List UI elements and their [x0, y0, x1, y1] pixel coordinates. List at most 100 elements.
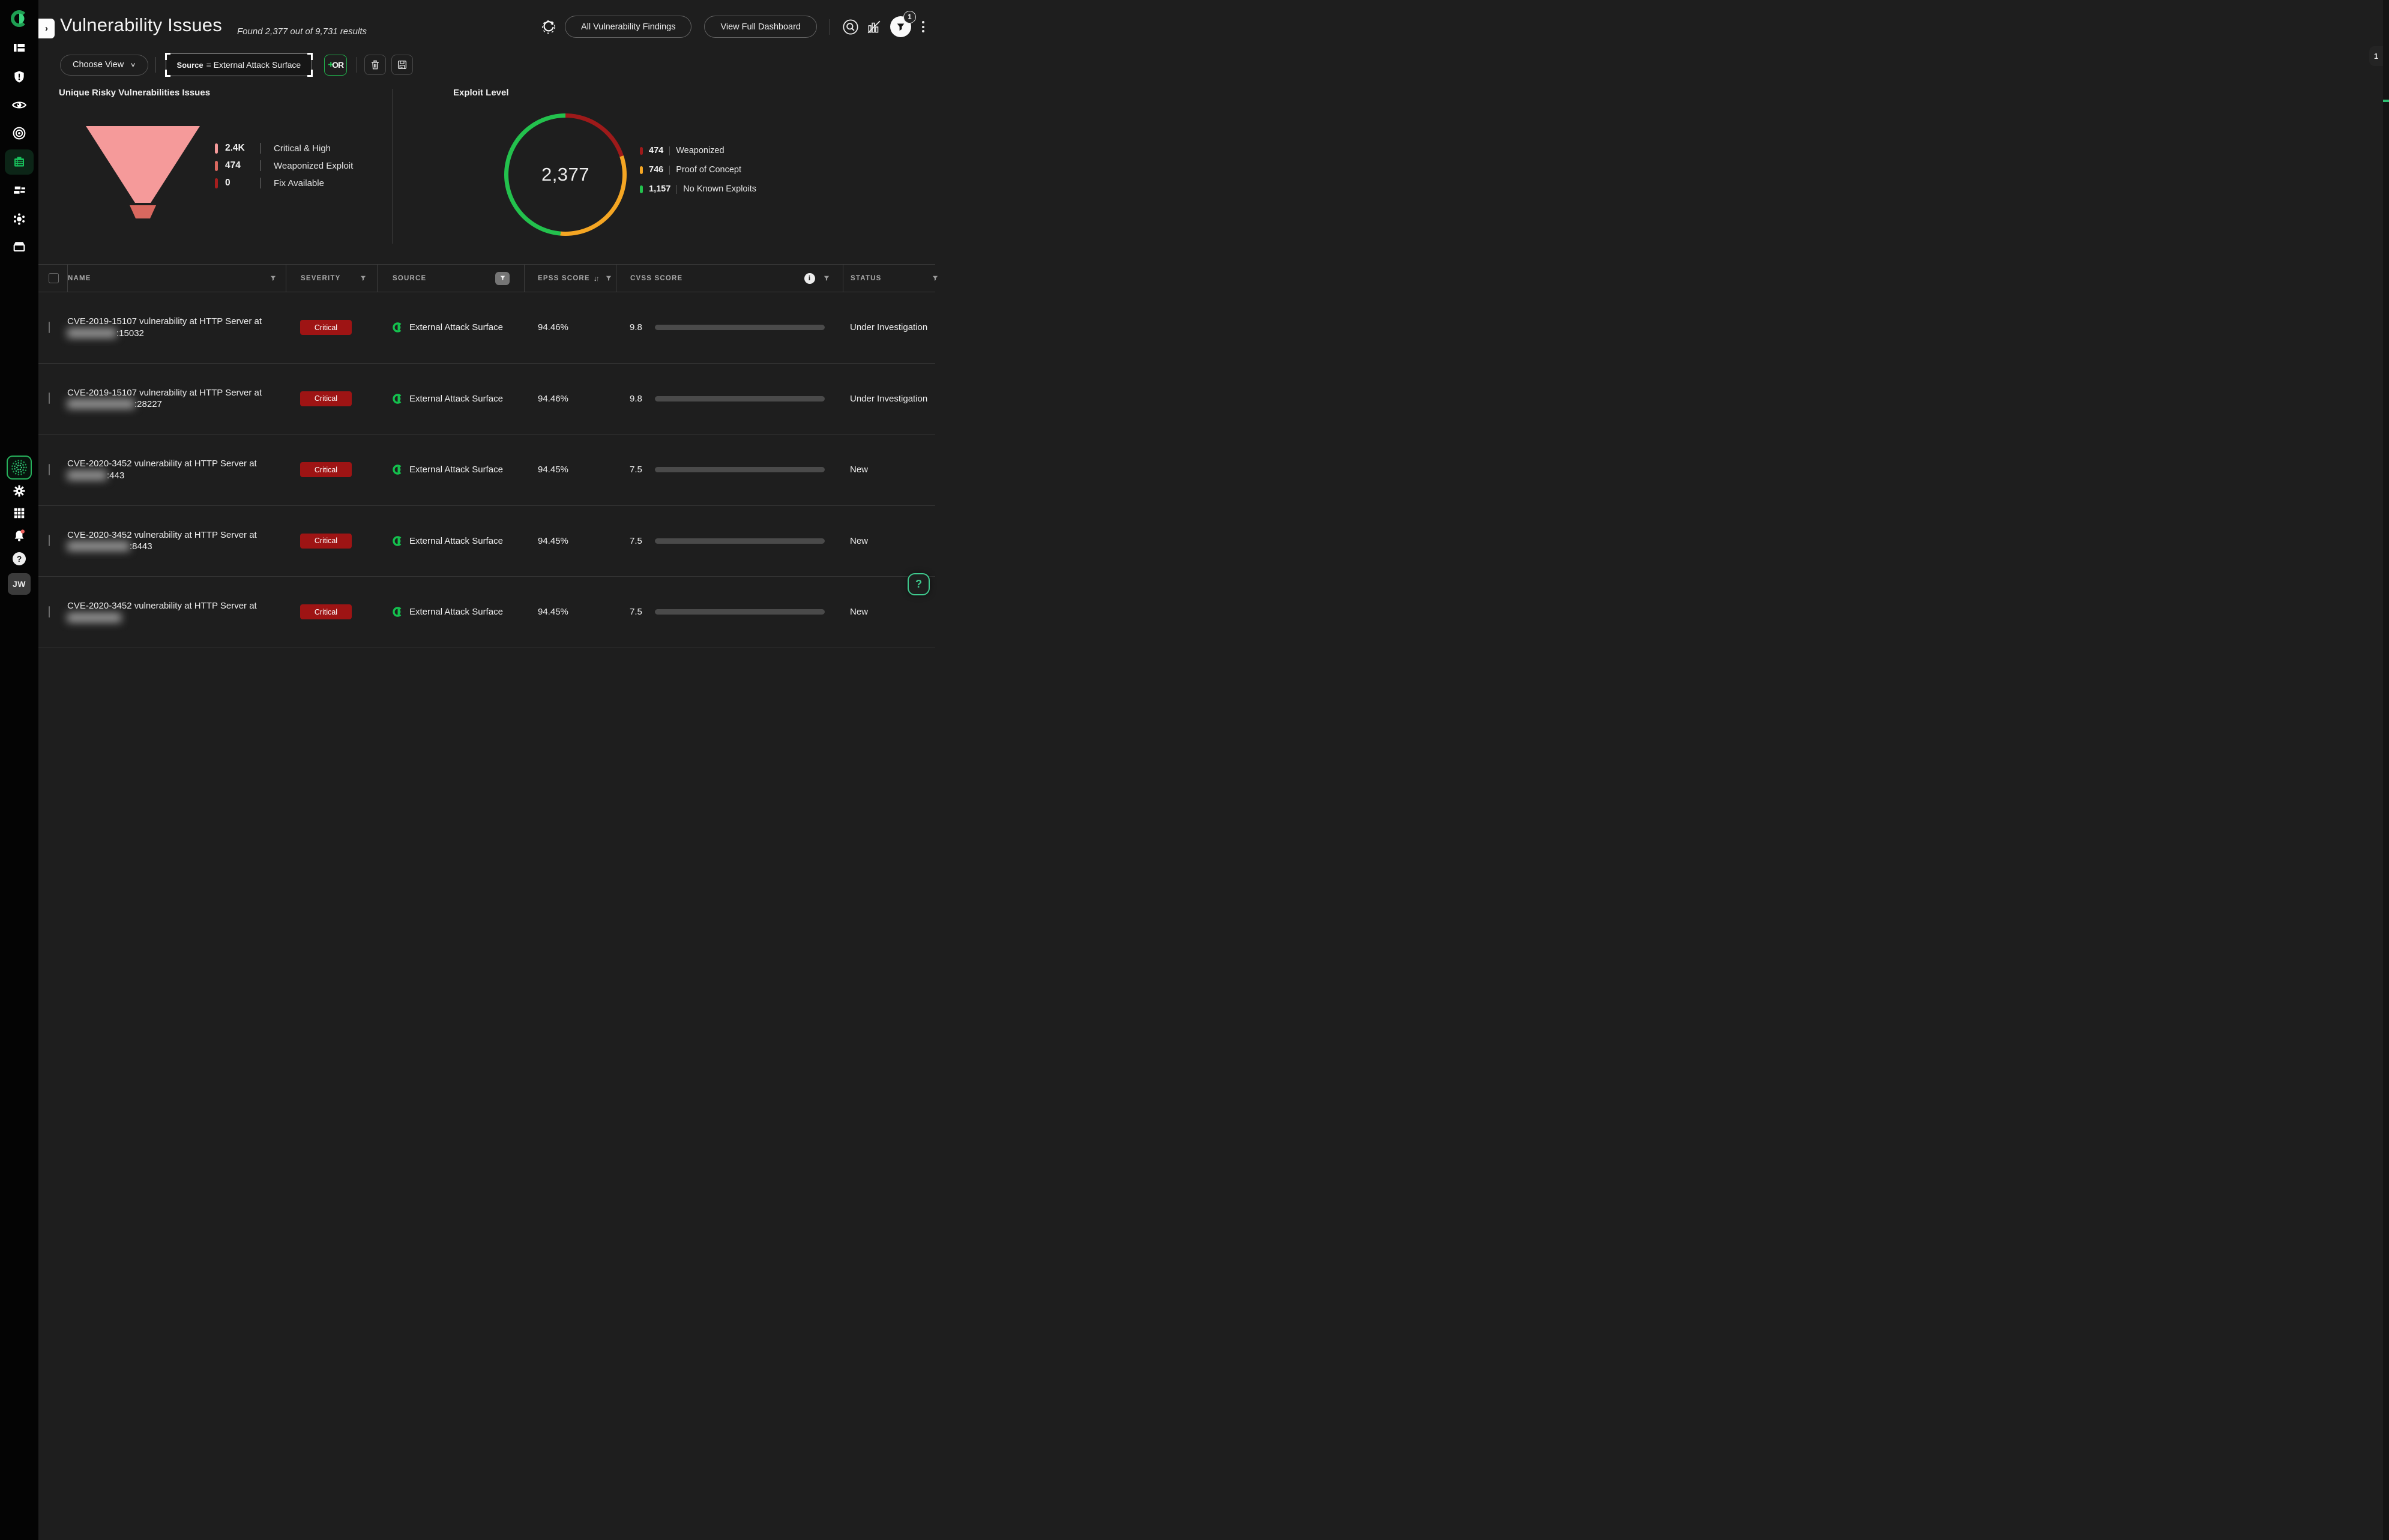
page-title: Vulnerability Issues: [60, 14, 222, 36]
sort-icon[interactable]: ↓↑: [594, 274, 598, 283]
choose-view-dropdown[interactable]: Choose View ∨: [60, 55, 148, 76]
cvss-score: 7.5: [630, 465, 655, 475]
toggle-charts-button[interactable]: [866, 19, 882, 35]
table-header: NAME SEVERITY SOURCE EPSS SCORE ↓↑ CVSS …: [38, 264, 935, 292]
legend-item: 1,157 No Known Exploits: [640, 184, 756, 194]
column-header-epss[interactable]: EPSS SCORE ↓↑: [524, 265, 616, 292]
save-view-button[interactable]: [391, 55, 413, 75]
redacted-ip: [67, 471, 107, 480]
severity-badge: Critical: [300, 320, 352, 335]
filter-operator: =: [206, 60, 211, 70]
filter-funnel-icon[interactable]: [822, 274, 831, 283]
epss-score: 94.45%: [524, 536, 616, 546]
row-checkbox[interactable]: [49, 464, 50, 475]
table-row[interactable]: CVE-2020-3452 vulnerability at HTTP Serv…: [38, 506, 935, 577]
dashboard-icon: [12, 41, 26, 55]
row-checkbox[interactable]: [49, 535, 50, 546]
row-checkbox[interactable]: [49, 606, 50, 618]
filter-funnel-icon[interactable]: [359, 274, 367, 283]
donut-legend: 474 Weaponized 746 Proof of Concept 1,15…: [640, 146, 756, 194]
exploit-level-donut[interactable]: 2,377: [504, 113, 627, 236]
legend-item: 746 Proof of Concept: [640, 165, 756, 175]
filter-funnel-icon[interactable]: [269, 274, 277, 283]
row-checkbox[interactable]: [49, 322, 50, 333]
legend-item: 0 Fix Available: [215, 178, 353, 188]
sidebar-item-help[interactable]: ?: [13, 552, 26, 565]
source-label: External Attack Surface: [409, 394, 503, 404]
delete-filter-button[interactable]: [364, 55, 386, 75]
cvss-bar: [655, 538, 825, 544]
filter-funnel-icon[interactable]: [604, 274, 613, 283]
funnel-stage-weaponized[interactable]: [130, 205, 156, 218]
active-filter-chip[interactable]: Source = External Attack Surface: [166, 53, 313, 76]
column-header-cvss[interactable]: CVSS SCORE i: [616, 265, 843, 292]
filter-funnel-icon[interactable]: [931, 274, 939, 283]
rail-accent-indicator: [2383, 100, 2389, 102]
redacted-ip: [67, 541, 130, 551]
column-header-status[interactable]: STATUS: [843, 265, 935, 292]
sidebar-item-visibility[interactable]: [11, 97, 27, 113]
sidebar-item-ai-assistant[interactable]: [7, 456, 32, 480]
legend-swatch: [215, 178, 218, 188]
info-icon[interactable]: i: [804, 273, 815, 284]
funnel-stage-critical-high[interactable]: [86, 126, 200, 203]
brand-logo-icon[interactable]: [10, 9, 29, 28]
sidebar-item-attack-paths[interactable]: [11, 211, 27, 227]
vulnerability-name[interactable]: CVE-2020-3452 vulnerability at HTTP Serv…: [67, 529, 286, 553]
status-label: New: [843, 607, 935, 617]
rescan-button[interactable]: [541, 19, 556, 35]
legend-swatch: [215, 161, 218, 171]
filter-toolbar: Choose View ∨ Source = External Attack S…: [60, 53, 413, 76]
expand-panel-tab[interactable]: ›: [38, 19, 55, 38]
vulnerability-name[interactable]: CVE-2020-3452 vulnerability at HTTP Serv…: [67, 458, 286, 481]
column-header-severity[interactable]: SEVERITY: [286, 265, 377, 292]
severity-badge: Critical: [300, 391, 352, 406]
filter-funnel-icon: [499, 274, 507, 282]
column-header-name[interactable]: NAME: [67, 265, 286, 292]
epss-score: 94.45%: [524, 607, 616, 617]
severity-badge: Critical: [300, 604, 352, 619]
sidebar-item-assets[interactable]: [12, 183, 27, 198]
cvss-bar: [655, 396, 825, 402]
all-vulnerability-findings-button[interactable]: All Vulnerability Findings: [565, 16, 691, 38]
vulnerability-name[interactable]: CVE-2020-3452 vulnerability at HTTP Serv…: [67, 600, 286, 624]
side-panel-tab[interactable]: 1: [2369, 46, 2383, 66]
network-nodes-icon: [11, 211, 27, 227]
add-or-condition-button[interactable]: + OR: [324, 55, 347, 76]
sidebar-item-notifications[interactable]: [11, 528, 27, 544]
sidebar-item-apps[interactable]: [13, 507, 26, 520]
sidebar-item-vulnerabilities-active[interactable]: [5, 149, 34, 175]
epss-score: 94.46%: [524, 322, 616, 332]
redacted-ip: [67, 328, 116, 338]
column-header-source[interactable]: SOURCE: [377, 265, 524, 292]
search-button[interactable]: [842, 19, 859, 35]
sidebar-item-dashboard[interactable]: [12, 41, 26, 55]
help-button[interactable]: ?: [908, 573, 930, 595]
table-row[interactable]: CVE-2019-15107 vulnerability at HTTP Ser…: [38, 364, 935, 435]
row-checkbox[interactable]: [49, 393, 50, 404]
redacted-ip: [67, 399, 134, 409]
more-options-button[interactable]: [922, 21, 924, 32]
sidebar-item-alerts[interactable]: [13, 70, 26, 84]
table-row[interactable]: CVE-2020-3452 vulnerability at HTTP Serv…: [38, 435, 935, 506]
legend-swatch: [215, 143, 218, 154]
active-filter-button[interactable]: [495, 272, 510, 285]
sidebar-item-radar[interactable]: [12, 126, 27, 141]
table-row[interactable]: CVE-2019-15107 vulnerability at HTTP Ser…: [38, 292, 935, 364]
select-all-checkbox[interactable]: [49, 273, 59, 283]
view-full-dashboard-button[interactable]: View Full Dashboard: [704, 16, 817, 38]
vulnerability-name[interactable]: CVE-2019-15107 vulnerability at HTTP Ser…: [67, 387, 286, 411]
vulnerability-name[interactable]: CVE-2019-15107 vulnerability at HTTP Ser…: [67, 316, 286, 339]
filters-button[interactable]: 1: [890, 16, 911, 37]
sidebar-item-inventory[interactable]: [12, 239, 27, 254]
ai-spiral-icon: [10, 459, 28, 477]
table-row[interactable]: CVE-2020-3452 vulnerability at HTTP Serv…: [38, 577, 935, 648]
port: :8443: [130, 541, 152, 552]
donut-title: Exploit Level: [453, 88, 509, 98]
search-icon: [842, 19, 859, 35]
cvss-score: 9.8: [630, 394, 655, 404]
sidebar-item-settings[interactable]: [12, 484, 26, 498]
cvss-score: 7.5: [630, 607, 655, 617]
user-avatar[interactable]: JW: [8, 573, 31, 595]
right-panel-rail[interactable]: [2383, 0, 2389, 1540]
